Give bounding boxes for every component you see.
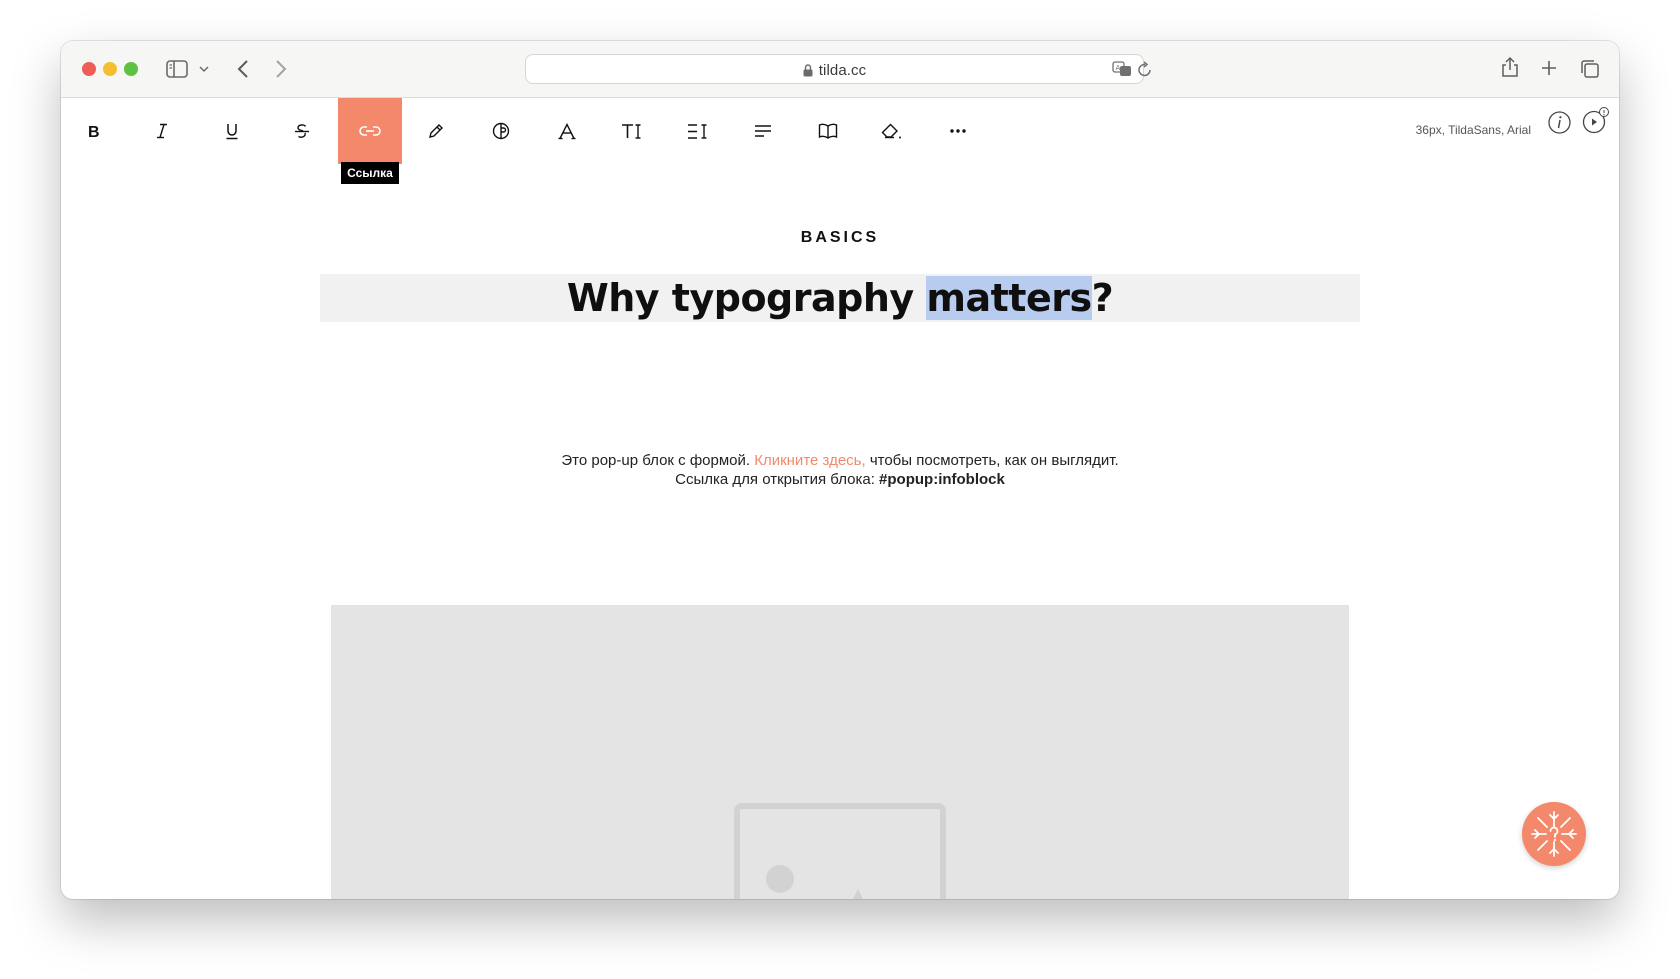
info-icon[interactable] — [1548, 111, 1571, 134]
lock-icon — [803, 64, 813, 77]
font-a-icon — [558, 122, 576, 139]
line-height-icon — [688, 123, 707, 139]
zoom-window-button[interactable] — [124, 62, 138, 76]
strikethrough-icon — [295, 123, 309, 138]
play-help-icon[interactable] — [1582, 106, 1610, 134]
link-button[interactable] — [338, 98, 402, 164]
bold-button[interactable]: B — [61, 98, 125, 164]
tabs-icon[interactable] — [1580, 59, 1600, 79]
description-text: Это pop-up блок с формой. — [561, 452, 755, 469]
popup-description: Это pop-up блок с формой. Кликните здесь… — [61, 451, 1619, 489]
color-button[interactable] — [404, 98, 468, 164]
reload-icon[interactable] — [1137, 61, 1153, 78]
image-placeholder-icon — [734, 803, 946, 899]
font-button[interactable] — [535, 98, 599, 164]
sidebar-icon[interactable] — [166, 60, 188, 78]
address-text: tilda.cc — [526, 62, 1143, 79]
snowflake-help-icon — [1531, 811, 1577, 857]
italic-button[interactable] — [130, 98, 194, 164]
chevron-down-icon[interactable] — [199, 66, 209, 73]
font-size-button[interactable] — [600, 98, 664, 164]
chevron-right-icon[interactable] — [275, 59, 287, 79]
strikethrough-button[interactable] — [270, 98, 334, 164]
chevron-left-icon[interactable] — [237, 59, 249, 79]
popup-anchor: #popup:infoblock — [879, 471, 1005, 488]
minimize-window-button[interactable] — [103, 62, 117, 76]
link-icon — [359, 126, 381, 136]
clear-format-button[interactable] — [860, 98, 924, 164]
image-placeholder[interactable] — [331, 605, 1349, 899]
section-overline: BASICS — [800, 229, 880, 246]
more-icon — [950, 129, 966, 133]
dictionary-button[interactable] — [796, 98, 860, 164]
close-window-button[interactable] — [82, 62, 96, 76]
description-line-1: Это pop-up блок с формой. Кликните здесь… — [61, 451, 1619, 470]
description-line-2: Ссылка для открытия блока: #popup:infobl… — [61, 470, 1619, 489]
browser-titlebar: tilda.cc A — [61, 41, 1619, 98]
pencil-icon — [429, 124, 443, 138]
share-icon[interactable] — [1501, 56, 1519, 78]
browser-window: tilda.cc A B Ссылка 36px, TildaSans, Ari… — [61, 41, 1619, 899]
text-size-icon — [622, 123, 641, 139]
font-circle-icon — [492, 122, 510, 140]
popup-link-label: Ссылка для открытия блока: — [675, 471, 880, 488]
plus-icon[interactable] — [1541, 60, 1557, 76]
heading-editor[interactable]: Why typography matters? — [320, 274, 1360, 322]
translate-icon[interactable]: A — [1112, 61, 1132, 77]
typography-button[interactable] — [469, 98, 533, 164]
click-here-link[interactable]: Кликните здесь, — [754, 452, 865, 469]
heading-text-before: Why typography — [566, 276, 927, 320]
eraser-icon — [881, 123, 901, 139]
text-format-toolbar: B — [61, 98, 1619, 164]
align-icon — [755, 125, 771, 137]
heading-selection: matters — [926, 276, 1092, 320]
align-button[interactable] — [731, 98, 795, 164]
underline-icon — [226, 123, 238, 139]
url-text: tilda.cc — [818, 62, 867, 79]
italic-icon — [157, 123, 167, 139]
description-text-end: чтобы посмотреть, как он выглядит. — [865, 452, 1119, 469]
book-icon — [818, 123, 838, 139]
svg-text:B: B — [88, 124, 100, 139]
page-heading[interactable]: Why typography matters? — [320, 274, 1360, 322]
bold-icon: B — [88, 124, 100, 139]
more-button[interactable] — [926, 98, 990, 164]
line-height-button[interactable] — [666, 98, 730, 164]
underline-button[interactable] — [200, 98, 264, 164]
font-info-label: 36px, TildaSans, Arial — [1415, 123, 1531, 137]
svg-text:A: A — [1116, 64, 1121, 72]
help-button[interactable] — [1522, 802, 1586, 866]
address-bar[interactable]: tilda.cc A — [525, 54, 1151, 84]
link-tooltip: Ссылка — [341, 162, 399, 184]
heading-text-after: ? — [1091, 276, 1114, 320]
